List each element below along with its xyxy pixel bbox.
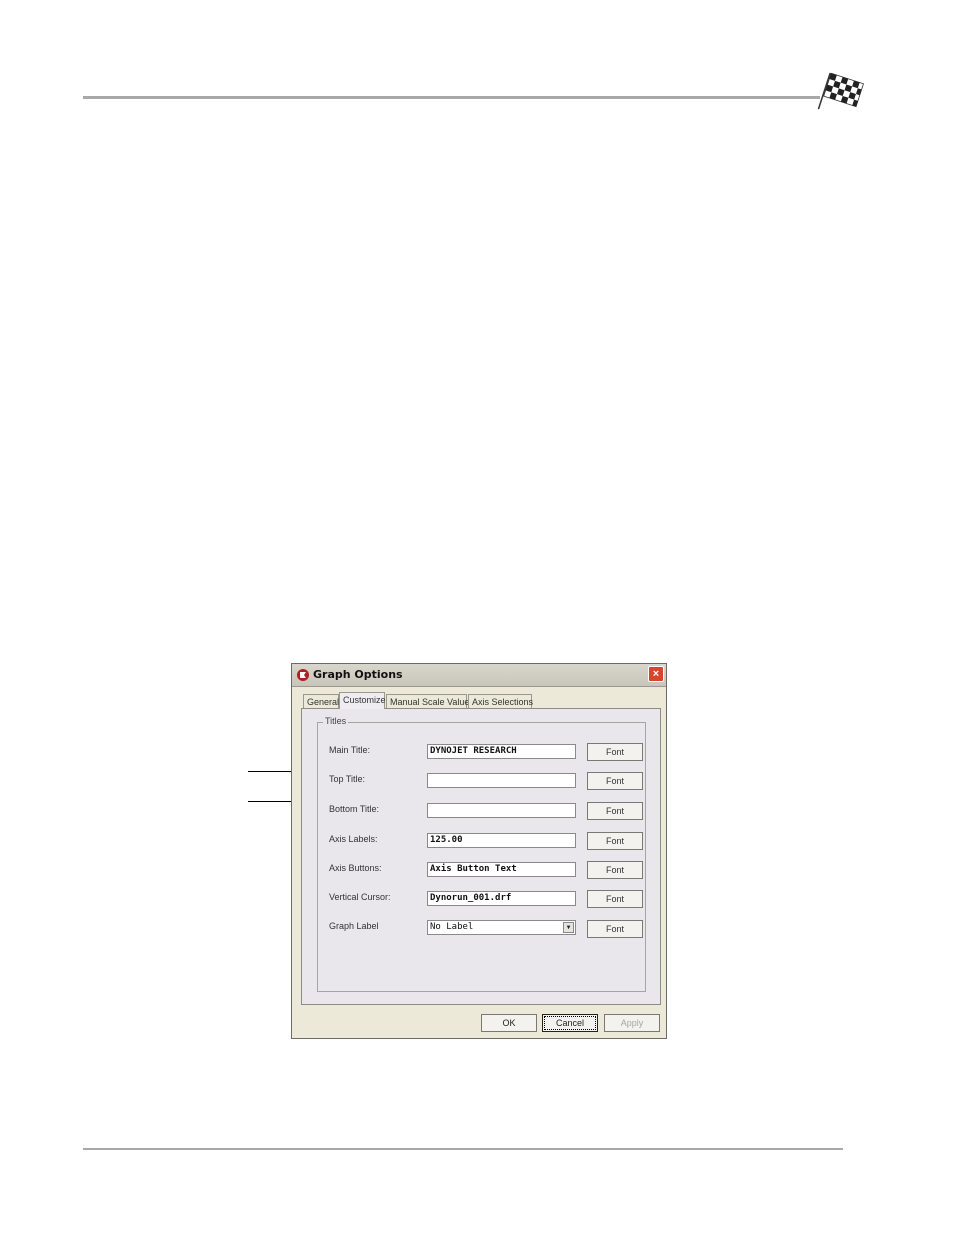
axis-buttons-font-button[interactable]: Font [587, 861, 643, 879]
titles-groupbox: Titles Main Title: DYNOJET RESEARCH Font… [317, 716, 646, 992]
axis-labels-label: Axis Labels: [329, 834, 378, 844]
groupbox-label: Titles [323, 716, 349, 726]
main-title-font-button[interactable]: Font [587, 743, 643, 761]
chevron-down-icon[interactable]: ▼ [563, 922, 574, 933]
axis-buttons-input[interactable]: Axis Button Text [427, 862, 576, 877]
axis-labels-input[interactable]: 125.00 [427, 833, 576, 848]
ok-button[interactable]: OK [481, 1014, 537, 1032]
vertical-cursor-font-button[interactable]: Font [587, 890, 643, 908]
graph-label-font-button[interactable]: Font [587, 920, 643, 938]
main-title-label: Main Title: [329, 745, 371, 755]
cancel-button[interactable]: Cancel [542, 1014, 598, 1032]
vertical-cursor-label: Vertical Cursor: [329, 892, 391, 902]
top-title-font-button[interactable]: Font [587, 772, 643, 790]
tab-customize[interactable]: Customize [339, 692, 386, 709]
graph-options-dialog: Graph Options × General Customize Manual… [291, 663, 667, 1039]
dialog-title: Graph Options [313, 668, 403, 681]
customize-panel: Titles Main Title: DYNOJET RESEARCH Font… [301, 708, 661, 1005]
checkered-flag-icon [818, 72, 864, 110]
top-title-label: Top Title: [329, 774, 366, 784]
bottom-title-label: Bottom Title: [329, 804, 380, 814]
graph-label-select[interactable]: No Label ▼ [427, 920, 576, 935]
header-rule [83, 96, 820, 99]
close-button[interactable]: × [648, 666, 664, 682]
tab-axis-selections[interactable]: Axis Selections [468, 694, 533, 708]
tab-general[interactable]: General [303, 694, 339, 708]
footer-rule [83, 1148, 843, 1150]
apply-button[interactable]: Apply [604, 1014, 660, 1032]
axis-buttons-label: Axis Buttons: [329, 863, 382, 873]
axis-labels-font-button[interactable]: Font [587, 832, 643, 850]
title-bar[interactable]: Graph Options × [292, 664, 666, 687]
top-title-input[interactable] [427, 773, 576, 788]
graph-label-selected-value: No Label [430, 922, 474, 932]
bottom-title-input[interactable] [427, 803, 576, 818]
main-title-input[interactable]: DYNOJET RESEARCH [427, 744, 576, 759]
app-logo-icon [297, 669, 309, 681]
close-icon: × [652, 668, 660, 680]
bottom-title-font-button[interactable]: Font [587, 802, 643, 820]
vertical-cursor-input[interactable]: Dynorun_001.drf [427, 891, 576, 906]
tab-manual-scale-values[interactable]: Manual Scale Values [386, 694, 474, 708]
graph-label-label: Graph Label [329, 921, 379, 931]
